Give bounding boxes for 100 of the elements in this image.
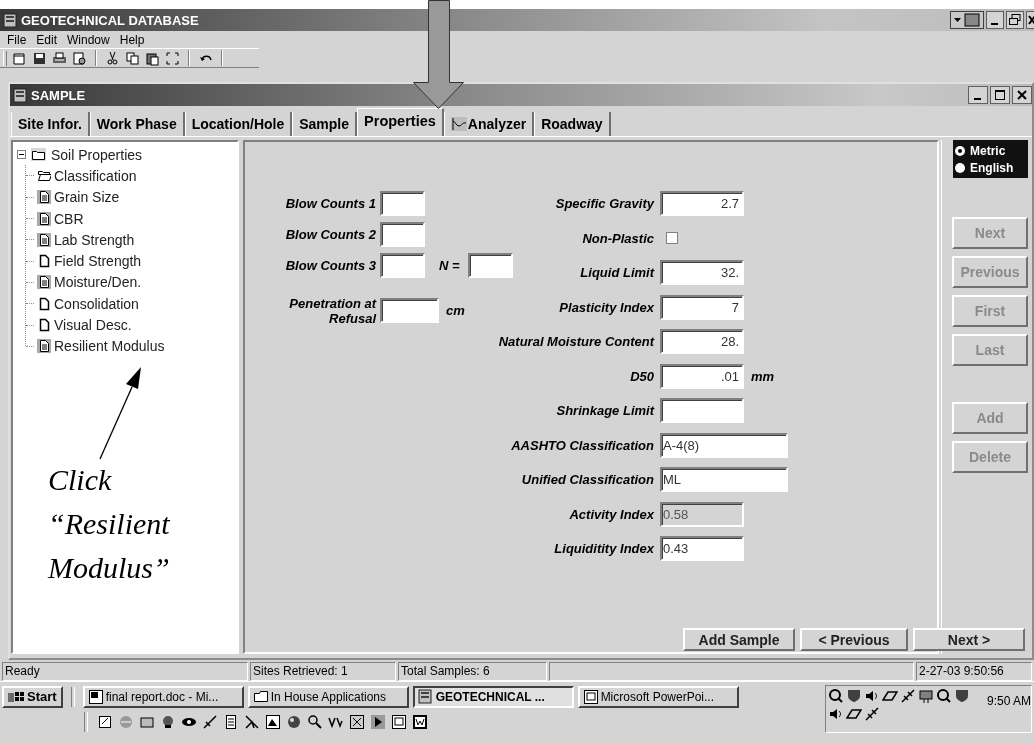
radio-icon[interactable]	[955, 162, 965, 173]
tray-icon[interactable]	[846, 688, 862, 704]
window-icon	[13, 87, 27, 103]
tray-icon[interactable]	[846, 706, 862, 722]
tray-icon[interactable]	[918, 688, 934, 704]
input-field[interactable]	[380, 191, 425, 216]
tray-icon[interactable]	[864, 688, 880, 704]
input-field[interactable]: ML	[660, 467, 788, 492]
input-field[interactable]	[380, 222, 425, 247]
open-folder-icon	[37, 168, 51, 183]
field-label: D50	[629, 368, 654, 384]
button[interactable]: < Previous	[800, 628, 908, 651]
collapse-icon[interactable]	[17, 150, 26, 160]
tree-item[interactable]: Grain Size	[54, 189, 120, 206]
restore-icon[interactable]	[1006, 11, 1024, 29]
new-file-icon[interactable]	[12, 50, 27, 66]
taskbar-button[interactable]: In House Applications	[247, 685, 409, 708]
tree-item[interactable]: Soil Properties	[51, 146, 143, 163]
tray-icon[interactable]	[864, 706, 880, 722]
tab[interactable]: Site Infor.	[11, 112, 90, 136]
field-label: Liquid Limit	[579, 265, 654, 280]
radio-option[interactable]: English	[953, 159, 1028, 176]
input-field[interactable]: 28.	[660, 329, 744, 354]
close-icon[interactable]	[1026, 11, 1034, 29]
waveform-icon	[450, 117, 467, 131]
app-icon[interactable]	[412, 713, 428, 730]
start-button[interactable]: Start	[2, 685, 63, 708]
input-field[interactable]	[467, 253, 513, 278]
tray-icon[interactable]	[936, 688, 952, 704]
app-icon[interactable]	[286, 713, 302, 730]
tray-icon[interactable]	[828, 688, 844, 704]
tab[interactable]: Properties	[357, 108, 444, 136]
unit-label: mm	[751, 368, 775, 384]
input-field[interactable]	[660, 398, 744, 423]
tab[interactable]: Sample	[292, 112, 358, 136]
menu-item[interactable]: Help	[114, 32, 150, 47]
tree-item[interactable]: Visual Desc.	[54, 317, 132, 333]
field-label: Non-Plastic	[581, 230, 654, 246]
copy-icon[interactable]	[125, 50, 140, 66]
tab[interactable]: Work Phase	[89, 112, 185, 136]
app-icon[interactable]	[97, 713, 113, 730]
document-icon	[37, 190, 51, 205]
tree-item[interactable]: Lab Strength	[54, 231, 135, 248]
tree-item[interactable]: Classification	[54, 167, 137, 184]
input-field[interactable]: 32.	[660, 260, 744, 285]
input-field[interactable]: A-4(8)	[660, 432, 788, 458]
maximize-icon[interactable]	[990, 86, 1010, 104]
taskbar-button[interactable]: GEOTECHNICAL ...	[412, 685, 574, 708]
menu-item[interactable]: File	[2, 32, 32, 47]
app-icon[interactable]	[160, 713, 176, 730]
tab[interactable]: Roadway	[534, 112, 611, 136]
input-field[interactable]: 2.7	[660, 191, 744, 216]
minimize-icon[interactable]	[986, 11, 1004, 29]
document-icon	[37, 275, 51, 290]
tree-item[interactable]: CBR	[54, 210, 84, 227]
input-field[interactable]: .01	[660, 363, 744, 389]
print-preview-icon[interactable]	[72, 50, 87, 66]
input-field[interactable]	[380, 298, 439, 323]
tree-item[interactable]: Field Strength	[54, 253, 142, 270]
save-icon[interactable]	[32, 50, 47, 66]
tray-icon[interactable]	[900, 688, 916, 704]
clock: 9:50 AM	[986, 694, 1031, 708]
system-menu-icon[interactable]	[950, 11, 984, 29]
app-icon[interactable]	[307, 713, 323, 730]
input-field[interactable]	[380, 253, 425, 278]
tab[interactable]: Location/Hole	[184, 112, 293, 136]
tree-item[interactable]: Consolidation	[54, 295, 139, 312]
menu-item[interactable]: Window	[62, 32, 115, 47]
window-title: SAMPLE	[31, 87, 86, 103]
app-icon[interactable]	[391, 713, 407, 730]
input-field[interactable]: 7	[660, 294, 744, 320]
app-icon[interactable]	[349, 713, 365, 730]
paste-icon[interactable]	[145, 50, 160, 66]
close-icon[interactable]	[1012, 86, 1032, 104]
app-icon[interactable]	[202, 713, 218, 730]
tray-icon[interactable]	[882, 688, 898, 704]
taskbar-button[interactable]: Microsoft PowerPoi...	[577, 685, 739, 708]
checkbox[interactable]	[666, 232, 678, 244]
radio-icon[interactable]	[955, 145, 965, 156]
input-field[interactable]: 0.43	[660, 536, 744, 561]
tray-icon[interactable]	[828, 706, 844, 722]
app-icon[interactable]	[265, 713, 281, 730]
select-icon[interactable]	[165, 50, 180, 66]
app-icon[interactable]	[244, 713, 260, 730]
cut-icon[interactable]	[105, 50, 120, 66]
button[interactable]: Add Sample	[683, 628, 795, 651]
tree-item[interactable]: Moisture/Den.	[54, 274, 142, 291]
taskbar-button[interactable]: final report.doc - Mi...	[82, 685, 244, 708]
tray-icon[interactable]	[954, 688, 970, 704]
radio-option[interactable]: Metric	[953, 142, 1028, 159]
printer-icon[interactable]	[52, 50, 67, 66]
minimize-icon[interactable]	[968, 86, 988, 104]
tab[interactable]: Analyzer	[443, 112, 535, 136]
app-icon[interactable]	[370, 713, 386, 730]
folder-icon	[31, 148, 46, 162]
menu-item[interactable]: Edit	[31, 32, 63, 47]
button[interactable]: Next >	[913, 628, 1025, 651]
field-label: Blow Counts 3	[284, 258, 376, 273]
tree-item[interactable]: Resilient Modulus	[54, 338, 165, 355]
app-icon[interactable]	[223, 713, 239, 730]
